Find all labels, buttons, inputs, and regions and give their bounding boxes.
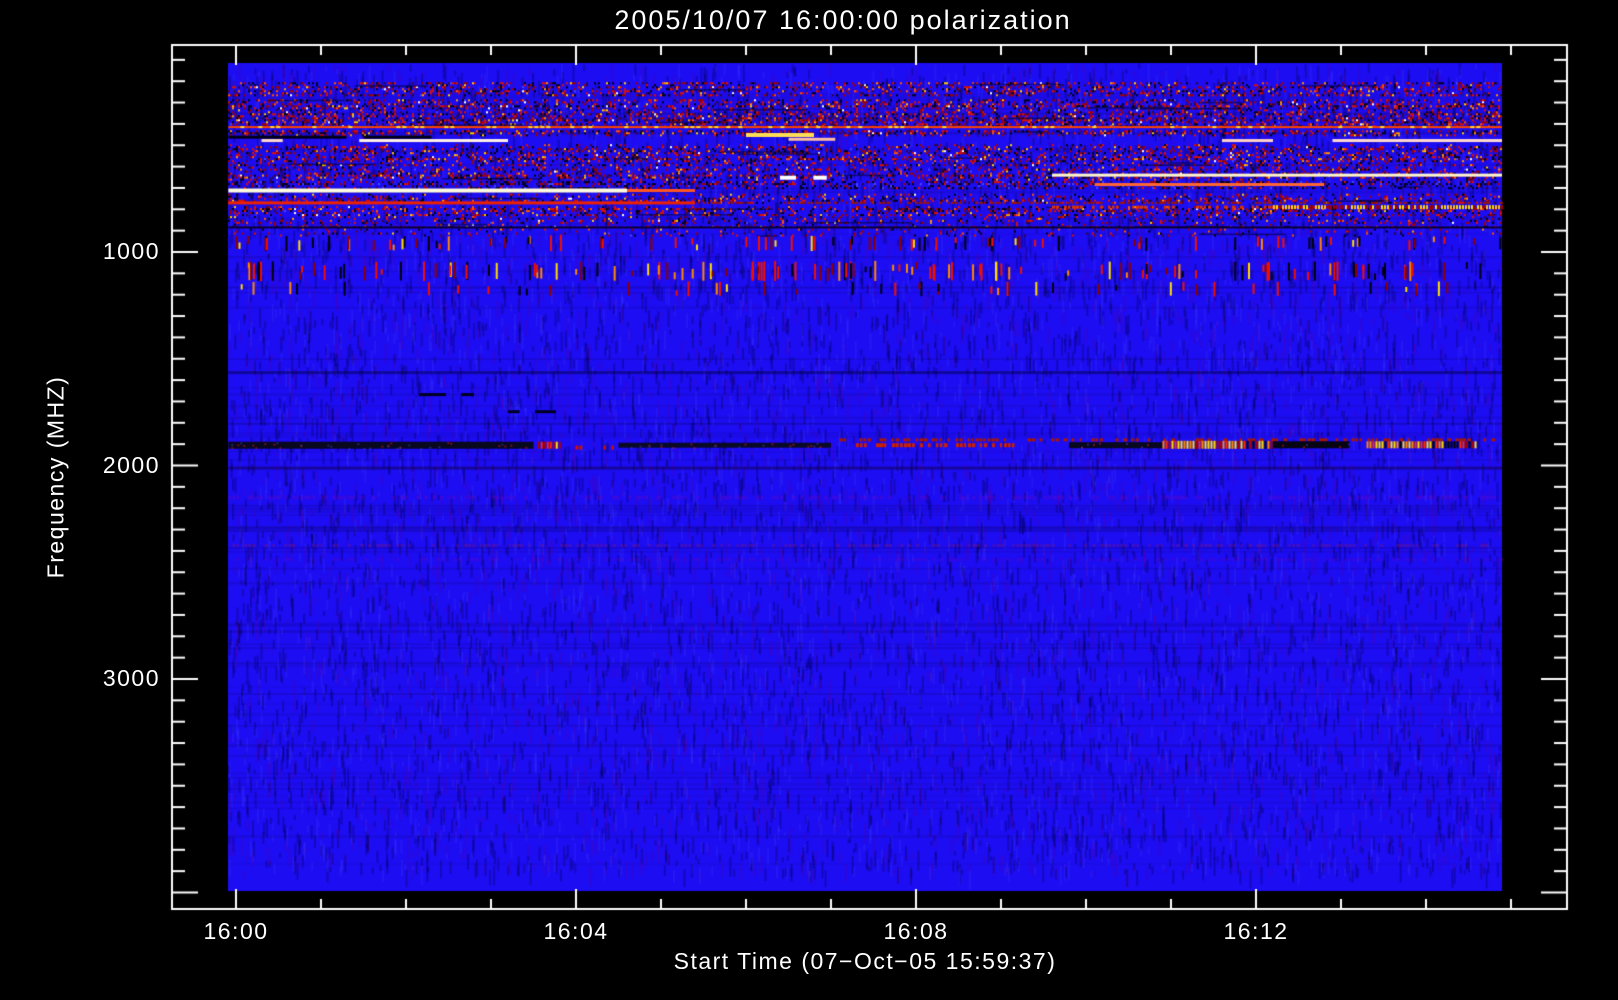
spectrogram-figure: 2005/10/07 16:00:00 polarization Frequen… <box>0 0 1618 1000</box>
x-tick-label: 16:00 <box>203 918 269 944</box>
y-tick-label: 1000 <box>102 237 160 264</box>
x-tick-label: 16:08 <box>883 918 949 944</box>
x-tick-label: 16:04 <box>543 918 609 944</box>
x-axis-label: Start Time (07−Oct−05 15:59:37) <box>673 948 1057 974</box>
spectrogram-canvas <box>0 0 1618 1000</box>
y-tick-label: 3000 <box>102 664 160 691</box>
y-axis-label: Frequency (MHZ) <box>42 375 69 579</box>
y-tick-label: 2000 <box>102 451 160 478</box>
x-tick-label: 16:12 <box>1223 918 1289 944</box>
plot-title: 2005/10/07 16:00:00 polarization <box>614 5 1072 35</box>
